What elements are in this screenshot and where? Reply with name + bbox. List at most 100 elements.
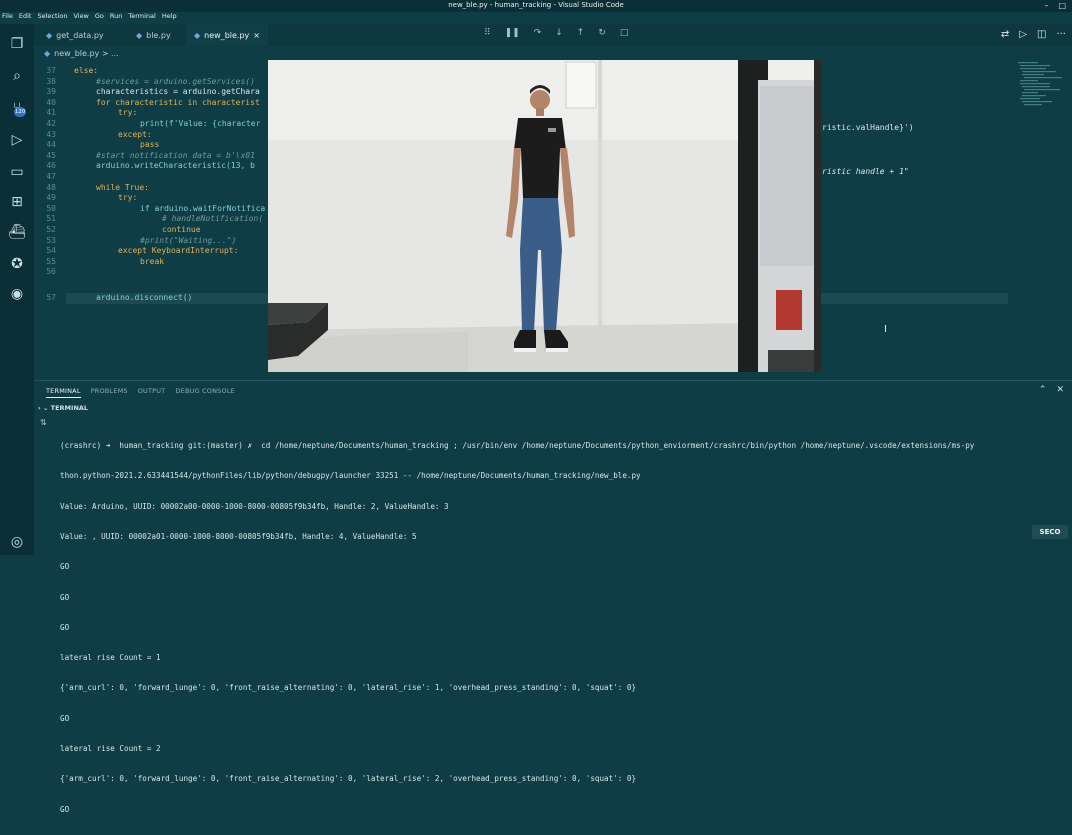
terminal-line: GO bbox=[60, 592, 70, 602]
code-line: 40 for characteristic in characterist bbox=[46, 97, 260, 107]
panel-controls: ⌃ ✕ bbox=[1039, 385, 1064, 395]
more-actions-icon[interactable]: ··· bbox=[1056, 29, 1066, 40]
run-debug-icon[interactable]: ▷ bbox=[9, 132, 25, 148]
pause-icon[interactable]: ❚❚ bbox=[505, 28, 520, 42]
tab-label: get_data.py bbox=[56, 30, 104, 40]
chevron-down-icon: ⌄ bbox=[42, 404, 49, 412]
tab-debug-console[interactable]: DEBUG CONSOLE bbox=[175, 387, 235, 398]
tab-new-ble[interactable]: ◆ new_ble.py × bbox=[186, 24, 268, 46]
tab-label: ble.py bbox=[146, 30, 171, 40]
settings-sync-icon[interactable]: ◉ bbox=[9, 286, 25, 302]
stop-icon[interactable]: □ bbox=[620, 28, 629, 42]
code-line: 55 break bbox=[46, 256, 165, 266]
code-line: 37 else: bbox=[46, 66, 99, 75]
terminal-instance-icon[interactable]: ⇅ bbox=[40, 418, 47, 427]
menu-edit[interactable]: Edit bbox=[19, 12, 32, 24]
menu-file[interactable]: File bbox=[2, 12, 13, 24]
compare-icon[interactable]: ⇄ bbox=[1001, 29, 1009, 40]
code-line: 41 try: bbox=[46, 108, 138, 118]
close-panel-icon[interactable]: ✕ bbox=[1056, 385, 1064, 395]
python-file-icon: ◆ bbox=[44, 48, 51, 58]
terminal-line: GO bbox=[60, 562, 70, 572]
chevron-right-icon: › bbox=[38, 404, 41, 412]
drag-handle-icon[interactable]: ⠿ bbox=[484, 28, 491, 42]
menu-terminal[interactable]: Terminal bbox=[128, 12, 155, 24]
menu-bar: File Edit Selection View Go Run Terminal… bbox=[2, 12, 177, 24]
tab-terminal[interactable]: TERMINAL bbox=[46, 387, 81, 398]
terminal-line: GO bbox=[60, 804, 70, 814]
python-file-icon: ◆ bbox=[46, 30, 53, 40]
terminal-line: lateral rise Count = 1 bbox=[60, 653, 161, 663]
code-line: 43 except: bbox=[46, 129, 152, 139]
code-line: 44 pass bbox=[46, 140, 160, 150]
tab-output[interactable]: OUTPUT bbox=[138, 387, 166, 398]
maximize-panel-icon[interactable]: ⌃ bbox=[1039, 385, 1047, 395]
menu-go[interactable]: Go bbox=[95, 12, 104, 24]
debug-toolbar: ⠿ ❚❚ ↷ ↓ ↑ ↻ □ bbox=[484, 28, 628, 42]
explorer-icon[interactable]: ❐ bbox=[9, 36, 25, 52]
minimap[interactable] bbox=[1016, 60, 1066, 140]
split-editor-icon[interactable]: ◫ bbox=[1037, 29, 1046, 40]
editor-tabs: ◆ get_data.py ◆ ble.py ◆ new_ble.py × ⠿ … bbox=[34, 24, 1072, 46]
extensions-icon[interactable]: ⊞ bbox=[9, 194, 25, 210]
minimize-icon[interactable]: – bbox=[1044, 1, 1048, 10]
restart-icon[interactable]: ↻ bbox=[598, 28, 606, 42]
terminal-line: GO bbox=[60, 713, 70, 723]
tab-problems[interactable]: PROBLEMS bbox=[91, 387, 128, 398]
video-frame-image bbox=[268, 60, 821, 372]
step-out-icon[interactable]: ↑ bbox=[577, 28, 585, 42]
code-line: 46 arduino.writeCharacteristic(13, b bbox=[46, 161, 255, 171]
maximize-icon[interactable]: □ bbox=[1058, 1, 1066, 10]
menu-run[interactable]: Run bbox=[110, 12, 122, 24]
account-icon[interactable]: ◎ bbox=[9, 534, 25, 550]
code-line: 39 characteristics = arduino.getChara bbox=[46, 87, 260, 97]
step-over-icon[interactable]: ↷ bbox=[534, 28, 542, 42]
code-line: 42 print(f'Value: {character bbox=[46, 119, 261, 128]
close-icon[interactable]: × bbox=[253, 31, 260, 40]
title-bar: new_ble.py - human_tracking - Visual Stu… bbox=[0, 0, 1072, 12]
code-line: 47 bbox=[46, 172, 56, 181]
code-line: 49 try: bbox=[46, 193, 138, 203]
terminal-line: {'arm_curl': 0, 'forward_lunge': 0, 'fro… bbox=[60, 774, 637, 784]
step-into-icon[interactable]: ↓ bbox=[555, 28, 563, 42]
code-line: 50 if arduino.waitForNotifica bbox=[46, 203, 266, 213]
github-icon[interactable]: ✪ bbox=[9, 256, 25, 272]
editor-actions: ⇄ ▷ ◫ ··· bbox=[1001, 29, 1066, 40]
terminal-line: Value: , UUID: 00002a01-0000-1000-8000-0… bbox=[60, 532, 417, 542]
code-fragment: ristic handle + 1" bbox=[822, 167, 909, 176]
terminal-line: thon.python-2021.2.633441544/pythonFiles… bbox=[60, 471, 641, 481]
code-line: 57 arduino.disconnect() bbox=[46, 293, 193, 302]
source-control-badge: 120 bbox=[14, 107, 26, 117]
terminal-line: GO bbox=[60, 622, 70, 632]
code-line: 53 #print("Waiting...") bbox=[46, 235, 237, 245]
menu-selection[interactable]: Selection bbox=[37, 12, 67, 24]
panel-tabs: TERMINAL PROBLEMS OUTPUT DEBUG CONSOLE bbox=[46, 387, 235, 398]
terminal-line: {'arm_curl': 0, 'forward_lunge': 0, 'fro… bbox=[60, 683, 637, 693]
tab-get-data[interactable]: ◆ get_data.py bbox=[38, 24, 112, 46]
terminal-section-label: TERMINAL bbox=[50, 404, 89, 412]
webcam-video-overlay bbox=[268, 60, 821, 372]
seco-logo: SECO bbox=[1032, 525, 1068, 539]
code-line: 48 while True: bbox=[46, 182, 149, 192]
code-line: 52 continue bbox=[46, 225, 201, 234]
terminal-line: (crashrc) ➜ human_tracking git:(master) … bbox=[60, 441, 975, 451]
text-cursor-icon: I bbox=[884, 324, 887, 335]
docker-icon[interactable]: ⛴ bbox=[8, 224, 26, 240]
window-controls: – □ bbox=[1044, 1, 1066, 10]
search-icon[interactable]: ⌕ bbox=[9, 68, 25, 84]
terminal-line: lateral rise Count = 2 bbox=[60, 744, 161, 753]
tab-ble[interactable]: ◆ ble.py bbox=[128, 24, 179, 46]
breadcrumb-path[interactable]: new_ble.py > ... bbox=[54, 49, 119, 58]
terminal-output[interactable]: (crashrc) ➜ human_tracking git:(master) … bbox=[60, 421, 1070, 835]
run-file-icon[interactable]: ▷ bbox=[1019, 29, 1027, 40]
menu-help[interactable]: Help bbox=[162, 12, 177, 24]
terminal-line: Value: Arduino, UUID: 00002a00-0000-1000… bbox=[60, 501, 449, 511]
python-file-icon: ◆ bbox=[194, 30, 201, 40]
code-line: 54 except KeyboardInterrupt: bbox=[46, 246, 239, 256]
activity-bar: ❐ ⌕ ⑂ 120 ▷ ▭ ⊞ ⛴ ✪ ◉ ◎ bbox=[0, 24, 34, 555]
terminal-section-header[interactable]: › ⌄ TERMINAL bbox=[38, 404, 88, 412]
code-line: 56 bbox=[46, 267, 56, 277]
tab-label: new_ble.py bbox=[204, 30, 250, 40]
menu-view[interactable]: View bbox=[73, 12, 88, 24]
remote-explorer-icon[interactable]: ▭ bbox=[9, 164, 25, 180]
